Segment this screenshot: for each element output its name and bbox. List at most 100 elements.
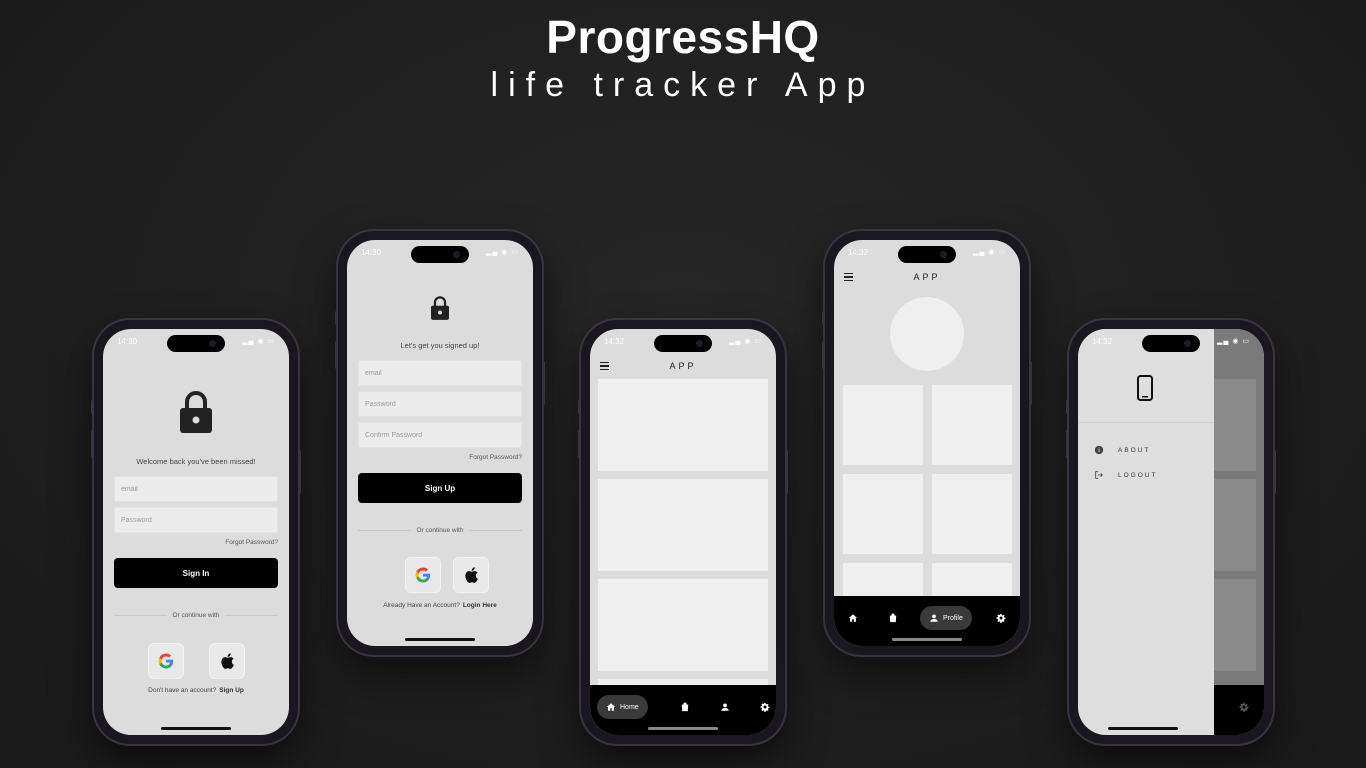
email-field[interactable] (114, 476, 278, 502)
home-indicator (892, 638, 962, 641)
person-icon (721, 703, 729, 711)
dynamic-island (411, 246, 469, 263)
content-card[interactable] (598, 579, 768, 671)
gear-icon (760, 702, 770, 712)
home-screen: 14:32 ▂▄ ◉ ▭ APP Home (590, 329, 776, 735)
apple-icon (221, 653, 234, 669)
drawer-item-about[interactable]: ABOUT (1094, 445, 1150, 455)
home-indicator (648, 727, 718, 730)
drawer-item-label: ABOUT (1118, 446, 1151, 454)
signup-prompt-text: Don't have an account? (148, 687, 217, 694)
gear-icon[interactable] (1239, 702, 1249, 712)
drawer-screen: ABOUT LOGOUT 14:32 ▂▄ ◉ ▭ (1078, 329, 1264, 735)
app-bar: APP (834, 268, 1020, 288)
page-title: ProgressHQ (546, 11, 820, 63)
dynamic-island (167, 335, 225, 352)
google-button[interactable] (405, 557, 441, 593)
confirm-password-input[interactable] (359, 423, 521, 447)
status-time: 14:30 (361, 248, 382, 257)
nav-settings[interactable] (994, 606, 1008, 630)
nav-shop[interactable] (678, 695, 692, 719)
drawer-item-logout[interactable]: LOGOUT (1094, 470, 1157, 480)
apple-icon (465, 567, 478, 583)
forgot-password-link[interactable]: Forgot Password? (225, 539, 278, 546)
forgot-password-link[interactable]: Forgot Password? (469, 454, 522, 461)
navigation-drawer: ABOUT LOGOUT (1078, 329, 1214, 735)
sign-up-button[interactable]: Sign Up (358, 473, 522, 503)
password-input[interactable] (115, 508, 277, 532)
status-time: 14:32 (604, 337, 625, 346)
nav-profile[interactable] (718, 695, 732, 719)
signup-screen: 14:30 ▂▄ ◉ ▭ Let's get you signed up! Fo… (347, 240, 533, 646)
continue-text: Or continue with (172, 612, 220, 619)
login-prompt: Already Have an Account? Login Here (347, 602, 533, 609)
status-time: 14:30 (117, 337, 138, 346)
nav-profile-label: Profile (943, 614, 963, 622)
nav-home[interactable] (846, 606, 860, 630)
phone-drawer: ABOUT LOGOUT 14:32 ▂▄ ◉ ▭ (1066, 320, 1276, 744)
home-icon (606, 703, 616, 711)
google-button[interactable] (148, 643, 184, 679)
phone-home: 14:32 ▂▄ ◉ ▭ APP Home (578, 320, 788, 744)
email-field[interactable] (358, 360, 522, 386)
password-field[interactable] (114, 507, 278, 533)
apple-button[interactable] (453, 557, 489, 593)
status-icons: ▂▄ ◉ ▭ (729, 338, 762, 345)
grid-tile[interactable] (932, 385, 1012, 465)
sign-up-link[interactable]: Sign Up (219, 687, 244, 694)
google-icon (158, 653, 174, 669)
phone-profile: 14:32 ▂▄ ◉ ▭ APP Profile (822, 231, 1032, 655)
email-input[interactable] (359, 361, 521, 385)
lock-icon (103, 391, 289, 433)
info-icon (1094, 445, 1104, 455)
status-time: 14:32 (848, 248, 869, 257)
welcome-text: Welcome back you've been missed! (136, 457, 256, 466)
dynamic-island (654, 335, 712, 352)
nav-shop[interactable] (886, 606, 900, 630)
profile-screen: 14:32 ▂▄ ◉ ▭ APP Profile (834, 240, 1020, 646)
logout-icon (1095, 471, 1103, 479)
person-icon (930, 614, 938, 622)
app-title: APP (669, 361, 697, 371)
content-card[interactable] (598, 479, 768, 571)
phone-signup: 14:30 ▂▄ ◉ ▭ Let's get you signed up! Fo… (335, 231, 545, 655)
login-here-link[interactable]: Login Here (463, 602, 497, 609)
signup-prompt: Don't have an account? Sign Up (103, 687, 289, 694)
gear-icon (996, 613, 1006, 623)
home-indicator (405, 638, 475, 641)
login-prompt-text: Already Have an Account? (383, 602, 460, 609)
status-icons: ▂▄ ◉ ▭ (1217, 338, 1250, 345)
home-icon (848, 614, 858, 622)
continue-text: Or continue with (416, 527, 464, 534)
status-time: 14:32 (1092, 337, 1113, 346)
grid-tile[interactable] (843, 385, 923, 465)
grid-tile[interactable] (932, 474, 1012, 554)
status-icons: ▂▄ ◉ ▭ (973, 249, 1006, 256)
dynamic-island (1142, 335, 1200, 352)
continue-divider: Or continue with (358, 527, 522, 534)
password-field[interactable] (358, 391, 522, 417)
shopping-bag-icon (889, 613, 897, 623)
home-indicator (1108, 727, 1178, 730)
app-bar: APP (590, 357, 776, 377)
email-input[interactable] (115, 477, 277, 501)
nav-home[interactable]: Home (597, 695, 648, 719)
confirm-password-field[interactable] (358, 422, 522, 448)
nav-profile[interactable]: Profile (920, 606, 972, 630)
phone-login: 14:30 ▂▄ ◉ ▭ Welcome back you've been mi… (91, 320, 301, 744)
dynamic-island (898, 246, 956, 263)
page-subtitle: life tracker App (490, 66, 876, 104)
content-card[interactable] (598, 379, 768, 471)
continue-divider: Or continue with (114, 612, 278, 619)
drawer-item-label: LOGOUT (1118, 471, 1158, 479)
login-screen: 14:30 ▂▄ ◉ ▭ Welcome back you've been mi… (103, 329, 289, 735)
grid-tile[interactable] (843, 474, 923, 554)
smartphone-icon (1137, 375, 1153, 401)
apple-button[interactable] (209, 643, 245, 679)
avatar[interactable] (890, 297, 964, 371)
lock-icon (347, 296, 533, 320)
password-input[interactable] (359, 392, 521, 416)
nav-settings[interactable] (758, 695, 772, 719)
google-icon (415, 567, 431, 583)
sign-in-button[interactable]: Sign In (114, 558, 278, 588)
